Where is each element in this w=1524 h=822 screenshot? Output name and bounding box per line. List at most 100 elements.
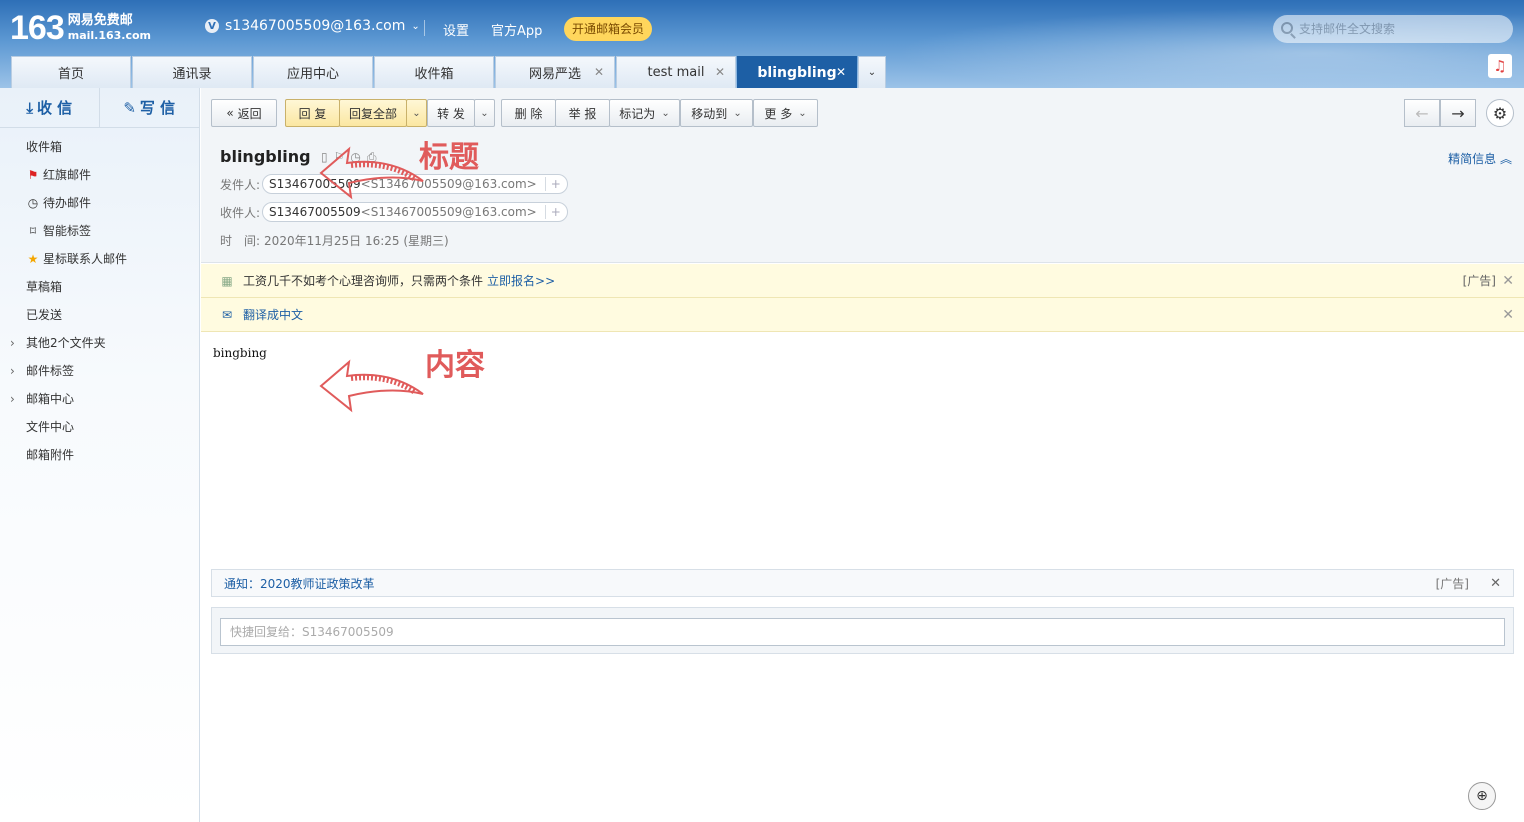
official-app-link[interactable]: 官方App — [491, 20, 542, 39]
tab-label: 网易严选 — [528, 67, 581, 82]
account-email: s13467005509@163.com — [225, 18, 406, 34]
sidebar-item-smart-tags[interactable]: ⌑ 智能标签 — [0, 217, 199, 245]
main-panel: «返回 回 复 回复全部 ⌄ 转 发 ⌄ 删 除 举 报 标记为 ⌄ 移动到 ⌄ 更… — [201, 88, 1524, 822]
mail-toolbar: «返回 回 复 回复全部 ⌄ 转 发 ⌄ 删 除 举 报 标记为 ⌄ 移动到 ⌄ 更… — [201, 88, 1524, 136]
sidebar-item-todo[interactable]: ◷ 待办邮件 — [0, 189, 199, 217]
back-button[interactable]: «返回 — [211, 99, 277, 127]
annotation-content: 内容 — [425, 348, 485, 383]
sidebar-item-flagged[interactable]: ⚑ 红旗邮件 — [0, 161, 199, 189]
arrow-right-icon: → — [1451, 103, 1465, 123]
quick-reply-placeholder: 快捷回复给：S13467005509 — [230, 625, 394, 639]
compose-button[interactable]: ✎ 写 信 — [100, 88, 200, 127]
tab-label: test mail — [647, 65, 705, 80]
zoom-button[interactable]: ⊕ — [1468, 782, 1496, 810]
quick-reply-area: 快捷回复给：S13467005509 — [211, 607, 1514, 654]
tab-app-center[interactable]: 应用中心 — [253, 56, 373, 88]
sidebar-item-attachments[interactable]: 邮箱附件 — [0, 441, 199, 469]
search-placeholder: 支持邮件全文搜索 — [1299, 22, 1396, 36]
ad-bar: ▦ 工资几千不如考个心理咨询师，只需两个条件 立即报名>> [广告] ✕ — [201, 264, 1524, 298]
notice-tag: [广告] — [1435, 576, 1469, 591]
annotation-arrow-content — [319, 359, 424, 413]
sidebar-item-starred-contacts[interactable]: ★ 星标联系人邮件 — [0, 245, 199, 273]
reply-button[interactable]: 回 复 — [285, 99, 340, 127]
chevron-down-icon: ⌄ — [480, 107, 489, 119]
more-label: 更 多 — [764, 106, 793, 121]
tab-blingbling[interactable]: blingbling ✕ — [737, 56, 857, 88]
tab-test-mail[interactable]: test mail ✕ — [616, 56, 736, 88]
prev-mail-button[interactable]: ← — [1404, 99, 1440, 127]
tab-label: 应用中心 — [286, 67, 339, 82]
close-icon[interactable]: ✕ — [715, 65, 725, 79]
quick-reply-input[interactable]: 快捷回复给：S13467005509 — [220, 618, 1505, 646]
tab-label: 通讯录 — [172, 67, 212, 82]
logo-domain: mail.163.com — [67, 29, 152, 42]
account-menu[interactable]: V s13467005509@163.com ⌄ — [205, 18, 420, 34]
close-icon[interactable]: ✕ — [1502, 307, 1514, 323]
close-icon[interactable]: ✕ — [1502, 273, 1514, 289]
sidebar-item-mail-center[interactable]: › 邮箱中心 — [0, 385, 199, 413]
close-icon[interactable]: ✕ — [1490, 576, 1501, 591]
download-icon: ⤓ — [26, 98, 33, 117]
search-input[interactable]: 支持邮件全文搜索 — [1273, 15, 1513, 43]
tab-label: blingbling — [757, 64, 837, 81]
sidebar-item-sent[interactable]: 已发送 — [0, 301, 199, 329]
time-row: 时 间: 2020年11月25日 16:25 (星期三) — [220, 232, 449, 249]
tab-contacts[interactable]: 通讯录 — [132, 56, 252, 88]
notice-bar: 通知：2020教师证政策改革 [广告] ✕ — [211, 569, 1514, 597]
vip-button[interactable]: 开通邮箱会员 — [564, 17, 653, 41]
mark-as-button[interactable]: 标记为 ⌄ — [609, 99, 680, 127]
logo[interactable]: 163 网易免费邮 mail.163.com — [10, 10, 151, 46]
report-button[interactable]: 举 报 — [555, 99, 610, 127]
ad-icon: ▦ — [221, 273, 233, 288]
recipient-email: <S13467005509@163.com> — [360, 205, 537, 219]
recipient-address-chip[interactable]: S13467005509 <S13467005509@163.com> + — [262, 202, 568, 222]
header-divider — [424, 20, 425, 36]
translate-bar: ✉ 翻译成中文 ✕ — [201, 298, 1524, 332]
logo-title: 网易免费邮 — [67, 13, 133, 28]
more-button[interactable]: 更 多 ⌄ — [753, 99, 818, 127]
forward-button[interactable]: 转 发 — [427, 99, 475, 127]
chevron-right-icon: › — [10, 336, 15, 350]
reply-dropdown-button[interactable]: ⌄ — [406, 99, 427, 127]
tab-more-button[interactable]: ⌄ — [858, 56, 886, 88]
chevron-right-icon: › — [10, 392, 15, 406]
tab-inbox[interactable]: 收件箱 — [374, 56, 494, 88]
ad-link[interactable]: 立即报名>> — [487, 272, 555, 289]
tab-label: 首页 — [57, 67, 84, 82]
next-mail-button[interactable]: → — [1440, 99, 1476, 127]
move-to-button[interactable]: 移动到 ⌄ — [680, 99, 753, 127]
delete-button[interactable]: 删 除 — [501, 99, 556, 127]
tab-home[interactable]: 首页 — [11, 56, 131, 88]
forward-dropdown-button[interactable]: ⌄ — [474, 99, 495, 127]
time-value: 2020年11月25日 16:25 (星期三) — [264, 234, 449, 248]
sidebar-item-file-center[interactable]: 文件中心 — [0, 413, 199, 441]
settings-link[interactable]: 设置 — [443, 20, 469, 39]
tab-yanxuan[interactable]: 网易严选 ✕ — [495, 56, 615, 88]
sidebar-item-inbox[interactable]: 收件箱 — [0, 133, 199, 161]
sidebar-item-label: 邮箱附件 — [26, 448, 75, 462]
settings-gear-button[interactable]: ⚙ — [1486, 99, 1514, 127]
sidebar-item-mail-tags[interactable]: › 邮件标签 — [0, 357, 199, 385]
add-contact-icon[interactable]: + — [544, 177, 561, 191]
forward-label: 转 发 — [437, 106, 465, 121]
mail-subject: blingbling — [220, 147, 311, 166]
brief-info-toggle[interactable]: 精简信息 ︽ — [1448, 150, 1512, 167]
sidebar-item-label: 邮件标签 — [26, 364, 75, 378]
chevron-down-icon: ⌄ — [411, 20, 420, 32]
close-icon[interactable]: ✕ — [836, 65, 846, 79]
translate-link[interactable]: 翻译成中文 — [243, 306, 303, 323]
sidebar-item-drafts[interactable]: 草稿箱 — [0, 273, 199, 301]
sidebar-item-label: 收件箱 — [26, 140, 63, 154]
chevron-down-icon: ⌄ — [733, 107, 742, 119]
reply-label: 回 复 — [298, 106, 327, 121]
receive-button[interactable]: ⤓ 收 信 — [0, 88, 100, 127]
notice-link[interactable]: 通知：2020教师证政策改革 — [224, 575, 375, 592]
music-icon[interactable]: ♫ — [1488, 54, 1512, 78]
sidebar-item-other-folders[interactable]: › 其他2个文件夹 — [0, 329, 199, 357]
close-icon[interactable]: ✕ — [594, 65, 604, 79]
add-contact-icon[interactable]: + — [544, 205, 561, 219]
search-icon — [1281, 22, 1293, 34]
chevron-down-icon: ⌄ — [412, 107, 421, 119]
arrow-left-icon: ← — [1415, 103, 1429, 123]
reply-all-button[interactable]: 回复全部 — [339, 99, 407, 127]
